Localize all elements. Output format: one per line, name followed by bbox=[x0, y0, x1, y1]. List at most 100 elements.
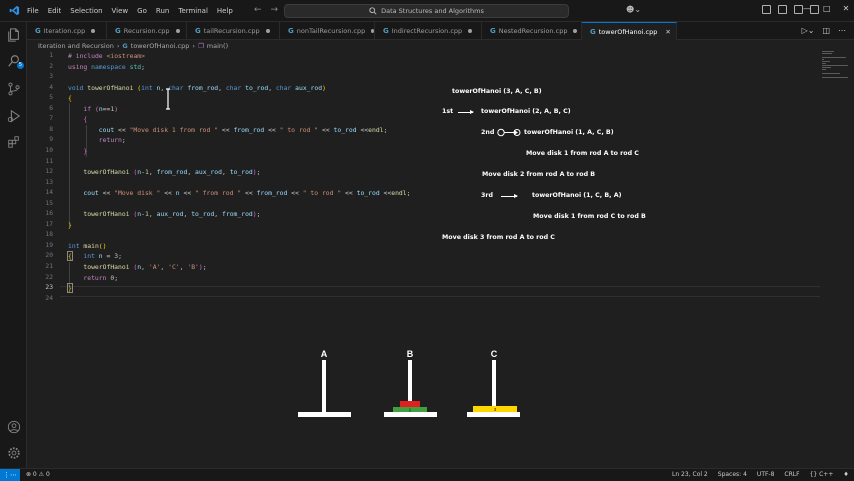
command-center-search[interactable]: Data Structures and Algorithms bbox=[284, 4, 569, 18]
line-number: 5 bbox=[49, 94, 53, 102]
code-line: towerOfHanoi (n, 'A', 'C', 'B'); bbox=[83, 263, 207, 271]
line-number: 6 bbox=[49, 104, 53, 112]
menu-selection[interactable]: Selection bbox=[70, 7, 102, 15]
cursor-position[interactable]: Ln 23, Col 2 bbox=[672, 471, 708, 478]
back-arrow-icon[interactable]: ← bbox=[254, 5, 262, 15]
maximize-icon[interactable]: □ bbox=[823, 4, 831, 13]
modified-dot-icon bbox=[573, 29, 578, 33]
modified-dot-icon bbox=[175, 29, 180, 33]
menu-terminal[interactable]: Terminal bbox=[178, 7, 208, 15]
end-of-line[interactable]: CRLF bbox=[784, 471, 799, 478]
title-bar: File Edit Selection View Go Run Terminal… bbox=[0, 0, 854, 22]
line-number: 8 bbox=[49, 125, 53, 133]
line-number: 20 bbox=[45, 252, 53, 260]
code-line: } bbox=[67, 283, 73, 294]
vscode-logo-icon[interactable] bbox=[9, 5, 20, 16]
code-line: towerOfHanoi (n-1, aux_rod, to_rod, from… bbox=[83, 210, 261, 219]
source-control-badge: 5 bbox=[17, 62, 24, 69]
notifications-bell-icon[interactable]: ♦ bbox=[843, 471, 848, 478]
code-line: # include <iostream> bbox=[68, 52, 145, 60]
code-line: { bbox=[68, 94, 72, 103]
code-line: if (n==1) bbox=[83, 104, 119, 113]
status-bar: ⋮⋯ ⊗ 0 ⚠ 0 Ln 23, Col 2 Spaces: 4 UTF-8 … bbox=[0, 468, 854, 481]
editor-tabs: G Iteration.cpp G Recursion.cpp GtailRecur… bbox=[27, 22, 854, 40]
annotation-third-call: towerOfHanoi (1, C, B, A) bbox=[532, 192, 622, 199]
disk-1 bbox=[400, 401, 420, 407]
tab-indirectrecursion[interactable]: G IndirectRecursion.cpp bbox=[375, 22, 482, 40]
run-debug-icon[interactable] bbox=[7, 109, 21, 123]
chevron-right-icon: › bbox=[192, 42, 195, 50]
menu-file[interactable]: File bbox=[27, 7, 39, 15]
code-line: cout << "Move disk " << n << " from rod … bbox=[83, 189, 411, 198]
status-right: Ln 23, Col 2 Spaces: 4 UTF-8 CRLF {} C++… bbox=[672, 471, 849, 478]
cpp-file-icon: G bbox=[383, 27, 389, 35]
indentation[interactable]: Spaces: 4 bbox=[718, 471, 747, 478]
cpp-file-icon: G bbox=[122, 42, 128, 50]
minimap[interactable] bbox=[822, 51, 848, 81]
annotation-move-3: Move disk 1 from rod C to rod B bbox=[533, 213, 646, 220]
code-line: return; bbox=[98, 136, 126, 145]
rod-a bbox=[298, 360, 351, 417]
more-actions-icon[interactable]: ⋯ bbox=[838, 26, 846, 35]
language-mode[interactable]: {} C++ bbox=[810, 471, 834, 478]
tab-nestedrecursion[interactable]: G NestedRecursion.cpp bbox=[482, 22, 582, 40]
code-line: } bbox=[68, 220, 72, 229]
annotation-move-2: Move disk 2 from rod A to rod B bbox=[482, 171, 596, 178]
forward-arrow-icon[interactable]: → bbox=[271, 5, 279, 15]
line-number: 13 bbox=[45, 178, 53, 186]
toggle-sidebar-icon[interactable] bbox=[762, 5, 771, 14]
vertical-scrollbar[interactable] bbox=[848, 40, 854, 468]
line-number: 7 bbox=[49, 115, 53, 123]
annotation-move-1: Move disk 1 from rod A to rod C bbox=[526, 150, 639, 157]
encoding[interactable]: UTF-8 bbox=[757, 471, 775, 478]
activity-bar: 5 bbox=[0, 22, 27, 468]
modified-dot-icon bbox=[371, 29, 374, 33]
split-editor-icon[interactable]: ◫ bbox=[822, 26, 830, 35]
loop-arrow-icon bbox=[497, 128, 521, 137]
menu-edit[interactable]: Edit bbox=[48, 7, 62, 15]
line-number: 19 bbox=[45, 241, 53, 249]
line-number: 21 bbox=[45, 263, 53, 270]
line-number: 14 bbox=[45, 189, 53, 197]
tab-recursion[interactable]: G Recursion.cpp bbox=[107, 22, 187, 40]
breadcrumb-folder[interactable]: Iteration and Recursion bbox=[38, 42, 114, 50]
cpp-file-icon: G bbox=[115, 27, 121, 35]
breadcrumb-file[interactable]: towerOfHanoi.cpp bbox=[131, 42, 190, 50]
close-tab-icon[interactable]: ✕ bbox=[665, 28, 670, 36]
run-file-icon[interactable]: ▷⌄ bbox=[802, 26, 815, 35]
minimize-icon[interactable]: — bbox=[803, 4, 811, 13]
cpp-file-icon: G bbox=[35, 27, 41, 35]
remote-indicator-icon[interactable]: ⋮⋯ bbox=[0, 469, 20, 481]
settings-gear-icon[interactable] bbox=[7, 446, 21, 460]
rod-label-a: A bbox=[321, 349, 328, 359]
menu-run[interactable]: Run bbox=[156, 7, 169, 15]
rod-c bbox=[467, 360, 520, 417]
tower-of-hanoi-illustration: A B C 2 3 bbox=[298, 349, 520, 417]
code-line: int main() bbox=[68, 241, 107, 250]
line-number: 1 bbox=[49, 52, 53, 59]
problems-indicator[interactable]: ⊗ 0 ⚠ 0 bbox=[26, 471, 50, 478]
explorer-icon[interactable] bbox=[7, 28, 21, 42]
code-line: void towerOfHanoi (int n, char from_rod,… bbox=[68, 83, 326, 92]
rod-label-b: B bbox=[407, 349, 414, 359]
cpp-file-icon: G bbox=[288, 27, 294, 35]
copilot-icon[interactable]: ☻⌄ bbox=[626, 5, 641, 14]
line-number: 3 bbox=[49, 73, 53, 81]
toggle-secondary-sidebar-icon[interactable] bbox=[794, 5, 803, 14]
menu-go[interactable]: Go bbox=[137, 7, 147, 15]
breadcrumb-symbol[interactable]: main() bbox=[207, 42, 228, 50]
close-icon[interactable]: ✕ bbox=[843, 4, 850, 13]
arrow-right-icon bbox=[501, 194, 518, 198]
extensions-icon[interactable] bbox=[7, 135, 21, 149]
menu-help[interactable]: Help bbox=[217, 7, 233, 15]
tab-nontailrecursion[interactable]: GnonTailRecursion.cpp bbox=[280, 22, 375, 40]
source-control-icon[interactable] bbox=[7, 82, 21, 96]
tab-tailrecursion[interactable]: GtailRecursion.cpp bbox=[187, 22, 280, 40]
toggle-panel-icon[interactable] bbox=[778, 5, 787, 14]
line-number: 12 bbox=[45, 168, 53, 176]
menu-view[interactable]: View bbox=[112, 7, 129, 15]
tab-towerofhanoi[interactable]: GtowerOfHanoi.cpp ✕ bbox=[582, 22, 677, 40]
tab-iteration[interactable]: G Iteration.cpp bbox=[27, 22, 107, 40]
accounts-icon[interactable] bbox=[7, 420, 21, 434]
line-number: 15 bbox=[45, 199, 53, 207]
